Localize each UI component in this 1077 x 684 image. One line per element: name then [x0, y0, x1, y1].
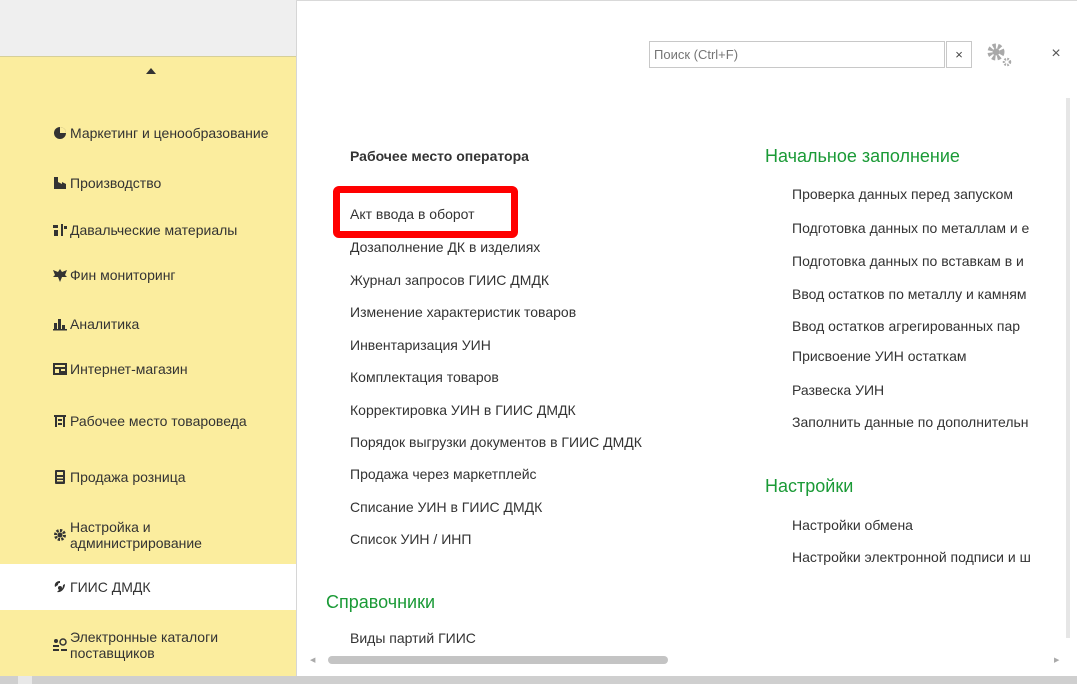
sidebar-item-label: Производство — [70, 175, 162, 191]
sidebar-scroll-up-button[interactable] — [0, 56, 296, 89]
link-uin-inventory[interactable]: Инвентаризация УИН — [350, 337, 491, 353]
scroll-right-icon[interactable]: ▶ — [1054, 656, 1059, 664]
sidebar-item-retail-sales[interactable]: Продажа розница — [0, 466, 296, 488]
sidebar-item-tolling-materials[interactable]: Давальческие материалы — [0, 219, 296, 241]
sidebar-item-label: Электронные каталоги поставщиков — [70, 629, 219, 661]
search-clear-button[interactable]: × — [946, 41, 972, 68]
sidebar-item-production[interactable]: Производство — [0, 172, 296, 194]
sidebar-item-marketing[interactable]: Маркетинг и ценообразование — [0, 110, 296, 156]
link-uin-writeoff[interactable]: Списание УИН в ГИИС ДМДК — [350, 499, 542, 515]
sidebar-header — [0, 0, 296, 56]
link-aggregated-balances[interactable]: Ввод остатков агрегированных пар — [792, 318, 1020, 334]
sidebar-item-online-store[interactable]: Интернет-магазин — [0, 358, 296, 380]
link-metals-data[interactable]: Подготовка данных по металлам и е — [792, 220, 1029, 236]
sidebar-item-fin-monitoring[interactable]: Фин мониторинг — [0, 264, 296, 286]
sidebar-item-merchandiser-workplace[interactable]: Рабочее место товароведа — [0, 398, 296, 444]
section-title-references: Справочники — [326, 592, 436, 612]
sidebar-item-label: Аналитика — [70, 316, 140, 332]
link-signature-settings[interactable]: Настройки электронной подписи и ш — [792, 549, 1031, 565]
clear-icon: × — [955, 47, 963, 62]
eagle-icon — [52, 267, 68, 283]
search-input[interactable] — [649, 41, 945, 68]
highlight-annotation — [333, 186, 518, 238]
pie-chart-icon — [52, 125, 68, 141]
link-uin-weighing[interactable]: Развеска УИН — [792, 382, 884, 398]
link-pre-launch-check[interactable]: Проверка данных перед запуском — [792, 186, 1013, 202]
factory-icon — [52, 175, 68, 191]
sidebar-item-label: Интернет-магазин — [70, 361, 188, 377]
vertical-scrollbar[interactable] — [1066, 98, 1070, 638]
close-icon: × — [1051, 45, 1061, 62]
link-additional-data[interactable]: Заполнить данные по дополнительн — [792, 414, 1029, 430]
link-uin-list[interactable]: Список УИН / ИНП — [350, 531, 471, 547]
sidebar-item-giis-dmdk[interactable]: ГИИС ДМДК — [0, 564, 296, 610]
sidebar-item-label: Продажа розница — [70, 469, 186, 485]
tools-icon — [52, 222, 68, 238]
gear-icon — [987, 43, 1012, 67]
bottom-tab[interactable] — [18, 676, 32, 684]
catalog-icon — [52, 637, 68, 653]
cash-register-icon — [52, 469, 68, 485]
sidebar-item-label: Настройка и администрирование — [70, 519, 202, 551]
top-divider — [296, 0, 1077, 1]
sidebar-item-label: Маркетинг и ценообразование — [70, 125, 269, 141]
bottom-bar — [0, 676, 1077, 684]
sidebar-item-settings-admin[interactable]: Настройка и администрирование — [0, 512, 296, 558]
link-uin-correction[interactable]: Корректировка УИН в ГИИС ДМДК — [350, 402, 576, 418]
sidebar-item-analytics[interactable]: Аналитика — [0, 313, 296, 335]
arrow-up-icon — [146, 68, 156, 74]
sidebar-item-label: ГИИС ДМДК — [70, 579, 151, 595]
sidebar-item-label: Фин мониторинг — [70, 267, 176, 283]
sidebar-item-label: Рабочее место товароведа — [70, 413, 247, 429]
sidebar-item-label: Давальческие материалы — [70, 222, 238, 238]
sidebar-item-supplier-catalogs[interactable]: Электронные каталоги поставщиков — [0, 626, 296, 664]
link-inserts-data[interactable]: Подготовка данных по вставкам в и — [792, 253, 1024, 269]
store-icon — [52, 361, 68, 377]
section-title-initial-fill: Начальное заполнение — [765, 146, 960, 166]
link-exchange-settings[interactable]: Настройки обмена — [792, 517, 913, 533]
right-column: Начальное заполнение Проверка данных пер… — [762, 130, 1074, 610]
link-dk-completion[interactable]: Дозаполнение ДК в изделиях — [350, 239, 540, 255]
link-marketplace-sale[interactable]: Продажа через маркетплейс — [350, 466, 537, 482]
sidebar: Маркетинг и ценообразование Производство… — [0, 0, 297, 676]
section-title-settings: Настройки — [765, 476, 854, 496]
link-assign-uin[interactable]: Присвоение УИН остаткам — [792, 348, 966, 364]
shelves-icon — [52, 413, 68, 429]
gem-icon — [52, 579, 68, 595]
section-heading-operator: Рабочее место оператора — [350, 148, 529, 164]
link-change-characteristics[interactable]: Изменение характеристик товаров — [350, 304, 576, 320]
link-batch-types[interactable]: Виды партий ГИИС — [350, 630, 476, 646]
close-button[interactable]: × — [1046, 44, 1066, 64]
bar-chart-icon — [52, 316, 68, 332]
link-upload-order[interactable]: Порядок выгрузки документов в ГИИС ДМДК — [350, 434, 642, 450]
scroll-left-icon[interactable]: ◀ — [310, 656, 315, 664]
link-goods-assembly[interactable]: Комплектация товаров — [350, 369, 499, 385]
link-metal-stone-balances[interactable]: Ввод остатков по металлу и камням — [792, 286, 1026, 302]
gear-icon — [52, 527, 68, 543]
horizontal-scroll-thumb[interactable] — [328, 656, 668, 664]
link-request-journal[interactable]: Журнал запросов ГИИС ДМДК — [350, 272, 549, 288]
settings-gear-button[interactable] — [984, 40, 1014, 70]
